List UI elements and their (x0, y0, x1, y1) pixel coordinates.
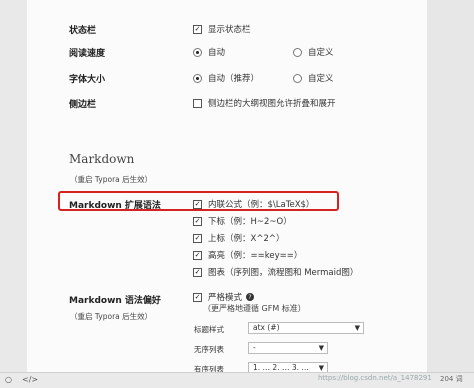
radio-icon (193, 47, 202, 57)
diagrams-checkbox[interactable]: 图表（序列图，流程图和 Mermaid图） (193, 266, 358, 278)
unordered-list-select[interactable]: - ▼ (248, 342, 328, 354)
ordered-list-value: 1. … 2. … 3. … (253, 363, 309, 372)
sidebar-outline-checkbox[interactable]: 侧边栏的大纲视图允许折叠和展开 (193, 97, 336, 109)
radio-icon (293, 73, 302, 83)
unordered-list-value: - (253, 343, 256, 352)
strict-mode-label: 严格模式 (208, 293, 243, 303)
superscript-checkbox[interactable]: 上标（例：X^2^） (193, 232, 284, 244)
strict-mode-checkbox[interactable]: 严格模式 ? (193, 291, 255, 303)
checkbox-icon (193, 250, 202, 260)
inline-math-label: 内联公式（例：$\LaTeX$） (208, 200, 315, 210)
chevron-down-icon: ▼ (318, 344, 324, 352)
syntax-restart-hint: （重启 Typora 后生效） (70, 312, 153, 321)
font-size-label: 字体大小 (69, 75, 106, 85)
statusbar-checkbox[interactable]: 显示状态栏 (193, 23, 251, 35)
word-count: 204 词 (440, 375, 463, 383)
markdown-extensions-label: Markdown 扩展语法 (69, 201, 161, 211)
statusbar-label: 状态栏 (69, 26, 97, 36)
highlight-checkbox[interactable]: 高亮（例：==key==） (193, 249, 302, 261)
reading-speed-auto-radio[interactable]: 自动 (193, 46, 225, 58)
checkbox-icon (193, 233, 202, 243)
inline-math-checkbox[interactable]: 内联公式（例：$\LaTeX$） (193, 198, 314, 210)
font-size-custom-label: 自定义 (308, 74, 334, 84)
font-size-auto-label: 自动（推荐） (208, 74, 260, 84)
checkbox-icon (193, 216, 202, 226)
sidebar-label: 侧边栏 (69, 100, 97, 110)
checkbox-icon (193, 24, 202, 34)
checkbox-icon (193, 199, 202, 209)
markdown-restart-hint: （重启 Typora 后生效） (70, 175, 153, 184)
font-size-custom-radio[interactable]: 自定义 (293, 72, 334, 84)
reading-speed-custom-radio[interactable]: 自定义 (293, 46, 334, 58)
subscript-label: 下标（例：H~2~O） (208, 217, 292, 227)
source-code-icon[interactable]: </> (22, 375, 38, 384)
radio-icon (193, 73, 202, 83)
checkbox-icon (193, 98, 202, 108)
highlight-label: 高亮（例：==key==） (208, 251, 303, 261)
info-icon[interactable]: ? (246, 293, 255, 301)
sidebar-option-label: 侧边栏的大纲视图允许折叠和展开 (208, 99, 336, 109)
reading-speed-auto-label: 自动 (208, 48, 226, 58)
diagrams-label: 图表（序列图，流程图和 Mermaid图） (208, 268, 359, 278)
unordered-list-label: 无序列表 (194, 345, 224, 354)
heading-style-label: 标题样式 (194, 325, 224, 334)
statusbar-option-label: 显示状态栏 (208, 25, 251, 35)
right-background (427, 0, 474, 387)
subscript-checkbox[interactable]: 下标（例：H~2~O） (193, 215, 292, 227)
checkbox-icon (193, 267, 202, 277)
reading-speed-label: 阅读速度 (69, 49, 106, 59)
watermark-url: https://blog.csdn.net/a_1478291 (318, 374, 432, 382)
markdown-section-title: Markdown (69, 152, 135, 166)
heading-style-value: atx (#) (253, 323, 280, 332)
chevron-down-icon: ▼ (354, 324, 360, 332)
superscript-label: 上标（例：X^2^） (208, 234, 285, 244)
heading-style-select[interactable]: atx (#) ▼ (248, 322, 364, 334)
checkbox-icon (193, 292, 202, 302)
radio-icon (293, 47, 302, 57)
strict-mode-description: （更严格地遵循 GFM 标准） (203, 304, 306, 313)
sidebar-toggle-icon[interactable]: ○ (5, 375, 12, 384)
syntax-preference-label: Markdown 语法偏好 (69, 296, 161, 306)
font-size-auto-radio[interactable]: 自动（推荐） (193, 72, 259, 84)
reading-speed-custom-label: 自定义 (308, 48, 334, 58)
